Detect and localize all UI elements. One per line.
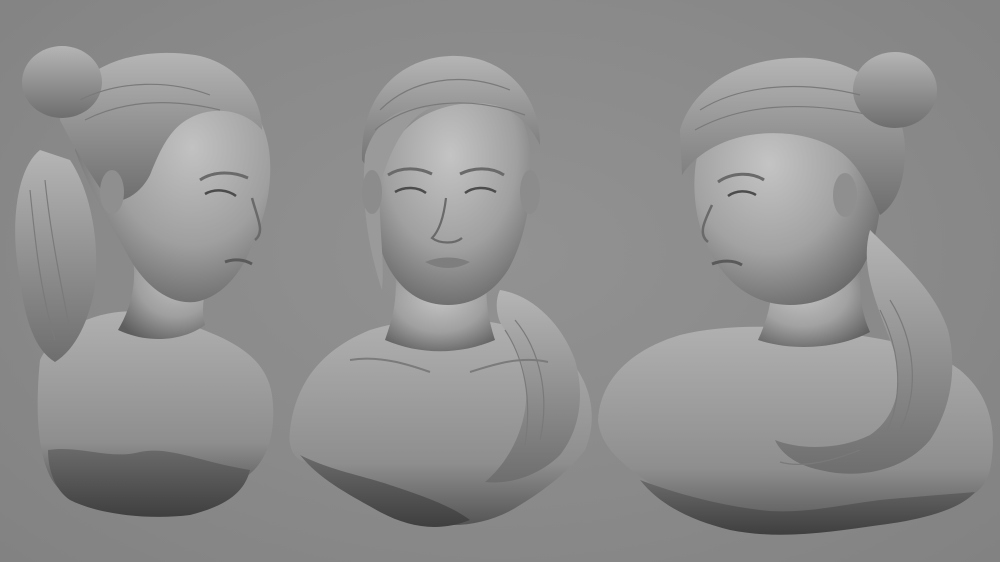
right-three-quarter-view [598,52,993,535]
sculpt-render [15,46,993,535]
left-three-quarter-view [15,46,274,517]
front-bust-ear-left [362,170,382,214]
left-bust-ear [100,170,124,214]
sculpt-viewport [0,0,1000,562]
left-bust-hair-bun [22,46,102,118]
front-bust-ear-right [520,170,540,214]
right-bust-hair-bun [853,52,937,128]
right-bust-ear [833,173,857,217]
front-view [289,55,592,527]
